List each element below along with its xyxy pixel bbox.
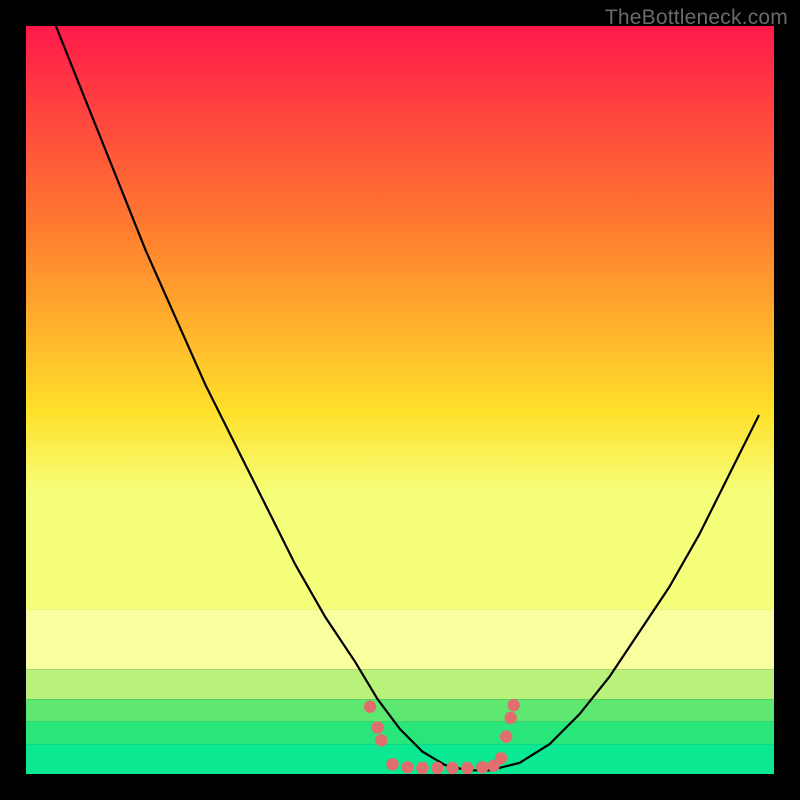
chart-svg [26,26,774,774]
marker-dot [508,699,520,711]
chart-bands [26,609,774,774]
marker-dot [364,701,376,713]
marker-dot [401,761,413,773]
marker-dot [386,758,398,770]
marker-dot [416,762,428,774]
marker-dot [500,730,512,742]
marker-dot [371,721,383,733]
chart-frame [26,26,774,774]
marker-dot [375,734,387,746]
marker-dot [495,752,507,764]
marker-dot [476,761,488,773]
marker-dot [431,762,443,774]
chart-background [26,26,774,609]
marker-dot [461,762,473,774]
watermark-text: TheBottleneck.com [605,6,788,30]
marker-dot [505,712,517,724]
marker-dot [446,762,458,774]
